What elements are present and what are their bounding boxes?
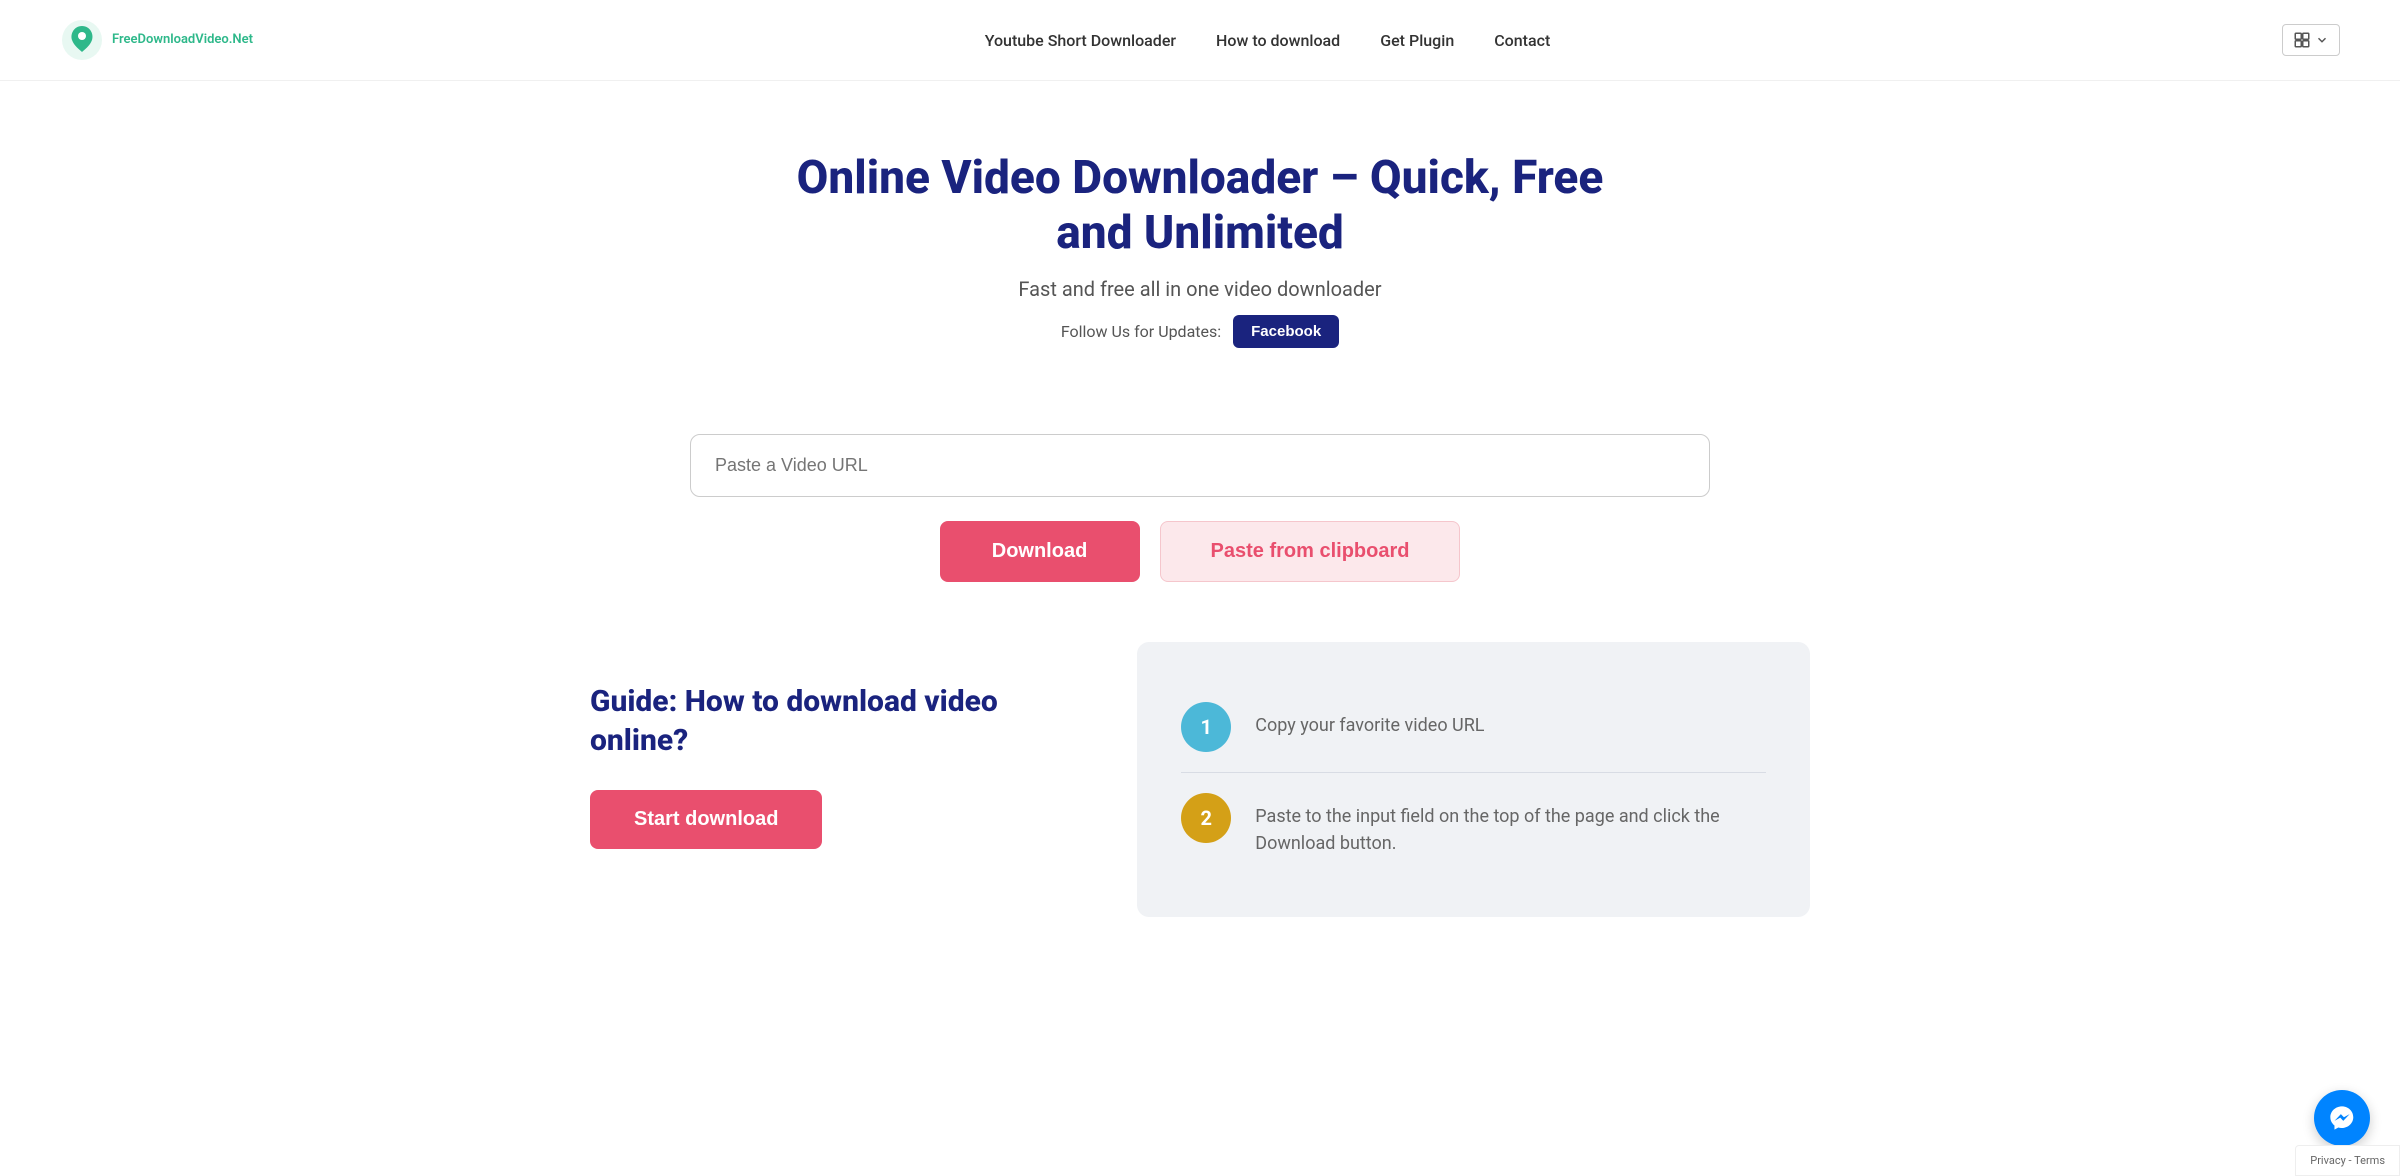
- step-circle-1: 1: [1181, 702, 1231, 752]
- nav-link-get-plugin[interactable]: Get Plugin: [1380, 31, 1454, 50]
- hero-title: Online Video Downloader – Quick, Free an…: [770, 151, 1630, 261]
- privacy-notice: Privacy - Terms: [2295, 1145, 2400, 1176]
- follow-row: Follow Us for Updates: Facebook: [770, 315, 1630, 348]
- nav-right: [2282, 24, 2340, 56]
- action-buttons: Download Paste from clipboard: [0, 521, 2400, 582]
- steps-card: 1 Copy your favorite video URL 2 Paste t…: [1137, 642, 1810, 917]
- lower-section: Guide: How to download video online? Sta…: [550, 642, 1850, 977]
- step-circle-2: 2: [1181, 793, 1231, 843]
- follow-text: Follow Us for Updates:: [1061, 322, 1221, 341]
- nav-link-contact[interactable]: Contact: [1494, 31, 1550, 50]
- nav-link-youtube-short[interactable]: Youtube Short Downloader: [985, 31, 1176, 50]
- guide-title: Guide: How to download video online?: [590, 682, 1077, 760]
- url-input[interactable]: [690, 434, 1710, 497]
- step-item-1: 1 Copy your favorite video URL: [1181, 682, 1766, 772]
- download-button[interactable]: Download: [940, 521, 1140, 582]
- url-input-wrapper: [660, 434, 1740, 497]
- facebook-button[interactable]: Facebook: [1233, 315, 1339, 348]
- nav-link-how-to-download[interactable]: How to download: [1216, 31, 1340, 50]
- step-text-1: Copy your favorite video URL: [1255, 702, 1484, 739]
- translate-button[interactable]: [2282, 24, 2340, 56]
- messenger-fab[interactable]: [2314, 1090, 2370, 1146]
- step-item-2: 2 Paste to the input field on the top of…: [1181, 772, 1766, 877]
- hero-subtitle: Fast and free all in one video downloade…: [770, 277, 1630, 301]
- guide-left: Guide: How to download video online? Sta…: [590, 642, 1077, 849]
- paste-from-clipboard-button[interactable]: Paste from clipboard: [1160, 521, 1461, 582]
- navbar: FreeDownloadVideo.Net Youtube Short Down…: [0, 0, 2400, 81]
- start-download-button[interactable]: Start download: [590, 790, 822, 849]
- logo-text: FreeDownloadVideo.Net: [112, 32, 253, 48]
- step-text-2: Paste to the input field on the top of t…: [1255, 793, 1766, 857]
- logo[interactable]: FreeDownloadVideo.Net: [60, 18, 253, 62]
- hero-section: Online Video Downloader – Quick, Free an…: [750, 81, 1650, 434]
